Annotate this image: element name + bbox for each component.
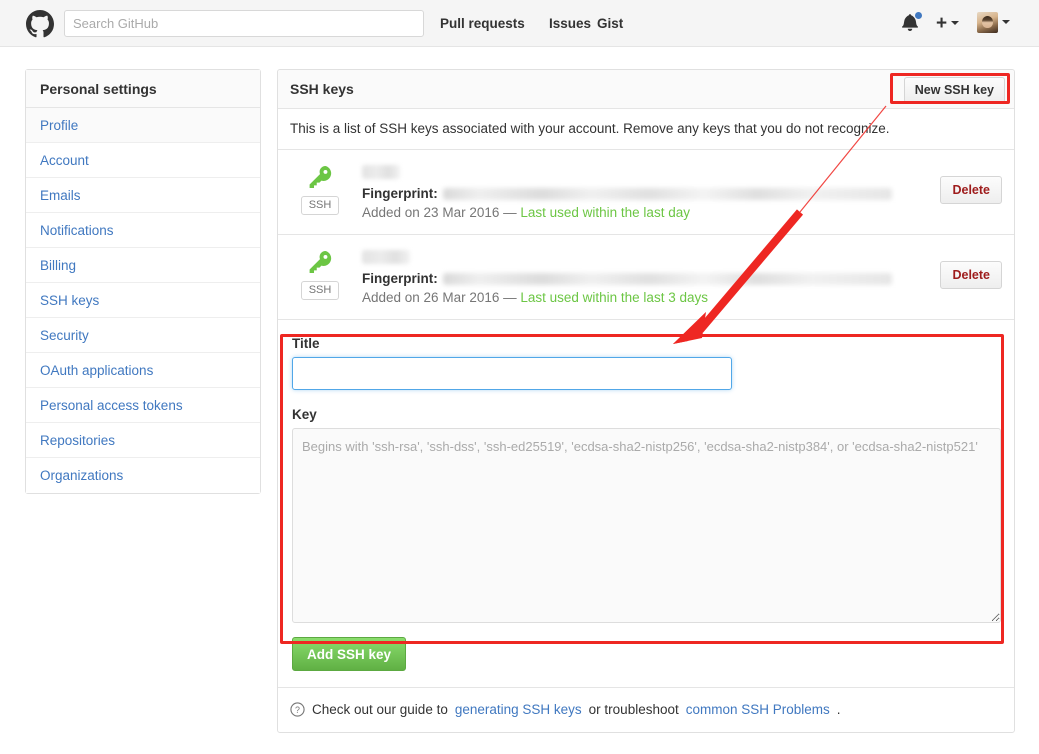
add-ssh-key-button[interactable]: Add SSH key (292, 637, 407, 671)
key-meta: Added on 23 Mar 2016 — Last used within … (362, 205, 892, 220)
nav-issues[interactable]: Issues (549, 16, 591, 31)
title-input[interactable] (292, 357, 732, 390)
new-ssh-key-form: Title Key Add SSH key (278, 320, 1014, 688)
chevron-down-icon (951, 21, 960, 25)
notification-dot (914, 11, 923, 20)
nav-pull-requests[interactable]: Pull requests (440, 16, 525, 31)
sidebar-title: Personal settings (26, 70, 260, 108)
sidebar-item-repositories[interactable]: Repositories (26, 423, 260, 458)
sidebar-item-personal-access-tokens[interactable]: Personal access tokens (26, 388, 260, 423)
sidebar-item-organizations[interactable]: Organizations (26, 458, 260, 493)
svg-text:?: ? (295, 705, 300, 715)
key-type-badge: SSH (300, 281, 340, 300)
help-text-before: Check out our guide to (312, 702, 448, 717)
key-last-used: Last used within the last day (520, 205, 690, 220)
key-added-date: Added on 26 Mar 2016 — (362, 290, 521, 305)
panel-header: SSH keys New SSH key (278, 70, 1014, 109)
fingerprint-label: Fingerprint: (362, 186, 438, 201)
fingerprint-value-redacted (442, 187, 892, 200)
key-last-used: Last used within the last 3 days (520, 290, 708, 305)
ssh-key-row: SSH Fingerprint: Added on 23 Mar 2016 — … (278, 150, 1014, 235)
key-row-body: Fingerprint: Added on 23 Mar 2016 — Last… (362, 165, 1002, 220)
github-mark-icon[interactable] (26, 10, 54, 38)
key-type-badge: SSH (300, 196, 340, 215)
key-title-redacted (362, 250, 410, 264)
sidebar-item-oauth-applications[interactable]: OAuth applications (26, 353, 260, 388)
fingerprint-value-redacted (442, 272, 892, 285)
help-footer: ? Check out our guide to generating SSH … (278, 688, 1014, 732)
sidebar-item-profile[interactable]: Profile (26, 108, 260, 143)
question-circle-icon: ? (290, 702, 305, 717)
sidebar-item-billing[interactable]: Billing (26, 248, 260, 283)
create-new-button[interactable]: + (936, 12, 960, 34)
new-ssh-key-button[interactable]: New SSH key (903, 77, 1005, 103)
key-row-icon-column: SSH (292, 164, 348, 215)
settings-sidebar: Personal settings Profile Account Emails… (25, 69, 261, 494)
generating-ssh-keys-link[interactable]: generating SSH keys (455, 702, 582, 717)
ssh-key-row: SSH Fingerprint: Added on 26 Mar 2016 — … (278, 235, 1014, 320)
notifications-button[interactable] (901, 11, 923, 33)
sidebar-item-ssh-keys[interactable]: SSH keys (26, 283, 260, 318)
key-fingerprint: Fingerprint: (362, 186, 892, 201)
key-textarea[interactable] (292, 428, 1001, 623)
sidebar-item-emails[interactable]: Emails (26, 178, 260, 213)
key-meta: Added on 26 Mar 2016 — Last used within … (362, 290, 892, 305)
key-fingerprint: Fingerprint: (362, 271, 892, 286)
user-menu-button[interactable] (977, 11, 1010, 33)
key-icon (309, 165, 332, 189)
sidebar-item-notifications[interactable]: Notifications (26, 213, 260, 248)
key-title-redacted (362, 165, 400, 179)
panel-description: This is a list of SSH keys associated wi… (278, 109, 1014, 150)
sidebar-item-account[interactable]: Account (26, 143, 260, 178)
key-row-icon-column: SSH (292, 249, 348, 300)
sidebar-item-security[interactable]: Security (26, 318, 260, 353)
plus-icon: + (936, 12, 948, 34)
help-text-middle: or troubleshoot (588, 702, 679, 717)
site-header: Pull requests Issues Gist + (0, 0, 1039, 47)
chevron-down-icon (1002, 20, 1010, 24)
avatar (977, 11, 998, 33)
key-field-label: Key (292, 407, 317, 422)
common-ssh-problems-link[interactable]: common SSH Problems (686, 702, 830, 717)
title-field-label: Title (292, 336, 320, 351)
key-row-body: Fingerprint: Added on 26 Mar 2016 — Last… (362, 250, 1002, 305)
ssh-keys-panel: SSH keys New SSH key This is a list of S… (277, 69, 1015, 733)
nav-gist[interactable]: Gist (597, 16, 623, 31)
page-root: Pull requests Issues Gist + Personal set… (0, 0, 1039, 754)
fingerprint-label: Fingerprint: (362, 271, 438, 286)
form-spacer (292, 390, 1000, 407)
key-icon (309, 250, 332, 274)
search-input[interactable] (64, 10, 424, 37)
delete-key-button[interactable]: Delete (940, 176, 1002, 204)
page-title: SSH keys (290, 81, 354, 97)
delete-key-button[interactable]: Delete (940, 261, 1002, 289)
key-added-date: Added on 23 Mar 2016 — (362, 205, 521, 220)
help-text-after: . (836, 702, 841, 717)
